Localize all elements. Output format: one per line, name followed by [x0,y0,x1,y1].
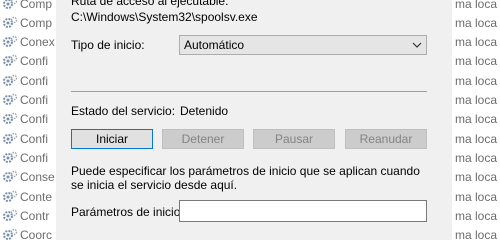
service-name: Conte [20,189,53,204]
chevron-down-icon [412,42,422,48]
logon-as-text: ma loca [455,93,498,107]
logon-as-text: ma loca [455,170,498,185]
gear-icon [3,16,18,28]
service-row[interactable]: Confi [0,148,56,167]
service-logon-cell: ma loca [452,206,500,225]
startup-type-value: Automático [184,38,245,52]
gear-icon [3,209,18,221]
service-name: Confi [20,93,49,107]
service-logon-cell: ma loca [452,226,500,240]
service-logon-cell: ma loca [452,148,500,167]
service-status-value: Detenido [180,104,229,118]
service-name: Contr [20,208,50,223]
service-row[interactable]: Conex [0,33,56,52]
path-value: C:\Windows\System32\spoolsv.exe [71,10,258,24]
service-logon-cell: ma loca [452,33,500,52]
service-name: Confi [20,112,49,127]
startup-type-select[interactable]: Automático [179,35,427,55]
gear-icon [3,170,18,183]
service-status-label: Estado del servicio: [71,104,176,118]
service-name: Comp [20,15,53,30]
gear-icon [3,228,18,240]
logon-as-text: ma loca [455,189,498,204]
logon-as-text: ma loca [455,15,498,30]
service-name: Conse [20,170,55,185]
service-logon-cell: ma loca [452,168,500,187]
service-name: Confi [20,54,49,69]
service-logon-cell: ma loca [452,13,500,32]
service-logon-cell: ma loca [452,52,500,71]
service-row[interactable]: Comp [0,0,56,13]
logon-as-text: ma loca [455,150,498,165]
service-row[interactable]: Confi [0,52,56,71]
service-row[interactable]: Confi [0,110,56,129]
gear-icon [3,190,18,202]
start-params-input[interactable] [179,200,427,222]
start-params-help-text: Puede especificar los parámetros de inic… [71,164,420,192]
logon-as-text: ma loca [455,112,498,127]
gear-icon [3,35,18,48]
service-logon-cell: ma loca [452,110,500,129]
logon-as-text: ma loca [455,0,498,11]
service-name: Comp [20,0,53,11]
gear-icon [3,132,18,144]
services-list-left: Comp Comp Conex Confi Confi Confi Confi Confi Co… [0,0,56,240]
gear-icon [3,74,18,86]
service-row[interactable]: Coorc [0,226,56,240]
resume-button[interactable]: Reanudar [345,129,427,149]
service-row[interactable]: Conte [0,187,56,206]
service-row[interactable]: Conse [0,168,56,187]
logon-as-text: ma loca [455,131,498,146]
service-row[interactable]: Contr [0,206,56,225]
service-row[interactable]: Confi [0,129,56,148]
separator [71,91,427,92]
service-logon-cell: ma loca [452,91,500,110]
gear-icon [3,55,18,67]
service-logon-cell: ma loca [452,129,500,148]
start-params-label: Parámetros de inicio: [71,205,184,219]
service-name: Confi [20,73,49,88]
service-logon-cell: ma loca [452,0,500,13]
start-button[interactable]: Iniciar [71,129,153,149]
pause-button[interactable]: Pausar [253,129,335,149]
services-list-right: ma loca ma loca ma loca ma loca ma loca ma lo… [452,0,500,240]
logon-as-text: ma loca [455,73,498,88]
service-logon-cell: ma loca [452,187,500,206]
service-logon-cell: ma loca [452,71,500,90]
service-row[interactable]: Comp [0,13,56,32]
service-name: Confi [20,150,49,165]
logon-as-text: ma loca [455,208,498,223]
path-label: Ruta de acceso al ejecutable: [71,0,229,8]
logon-as-text: ma loca [455,228,498,240]
service-name: Conex [20,35,55,50]
gear-icon [3,151,18,163]
service-properties-dialog: Ruta de acceso al ejecutable: C:\Windows… [56,0,452,240]
gear-icon [3,113,18,125]
gear-icon [3,93,18,105]
service-row[interactable]: Confi [0,91,56,110]
logon-as-text: ma loca [455,54,498,69]
service-name: Confi [20,131,49,146]
gear-icon [3,0,18,9]
stop-button[interactable]: Detener [162,129,244,149]
logon-as-text: ma loca [455,35,498,50]
service-name: Coorc [20,228,53,240]
startup-type-label: Tipo de inicio: [71,38,145,52]
service-row[interactable]: Confi [0,71,56,90]
